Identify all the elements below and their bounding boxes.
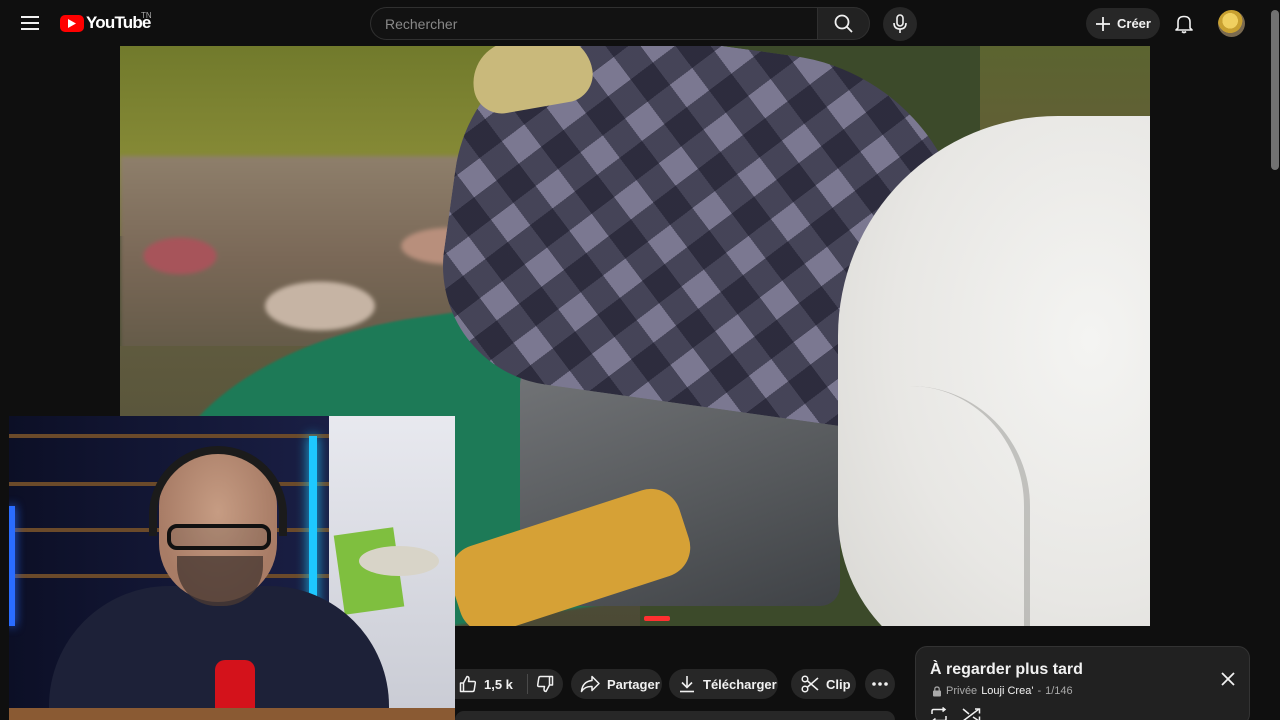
playlist-title[interactable]: À regarder plus tard [930, 661, 1083, 679]
playlist-meta: Privée Louji Crea' - 1/146 [932, 685, 1073, 697]
more-actions-button[interactable] [865, 669, 895, 699]
search-input[interactable] [371, 8, 818, 39]
top-bar: YouTube TN Créer [0, 0, 1280, 46]
close-playlist-button[interactable] [1216, 667, 1240, 691]
hamburger-menu-icon[interactable] [14, 7, 46, 39]
playlist-owner[interactable]: Louji Crea' [981, 685, 1033, 697]
webcam-led-strip [309, 436, 317, 616]
youtube-logo[interactable]: YouTube [60, 13, 151, 33]
create-label: Créer [1117, 16, 1151, 31]
playlist-separator: - [1037, 685, 1042, 697]
webcam-glasses [167, 524, 271, 550]
search-icon [834, 14, 853, 33]
scissors-icon [801, 675, 819, 693]
bell-icon [1175, 15, 1193, 34]
logo-region-code: TN [141, 11, 152, 20]
download-label: Télécharger [703, 676, 777, 692]
clip-button[interactable]: Clip [791, 669, 856, 699]
download-icon [680, 676, 694, 693]
clip-label: Clip [826, 676, 851, 692]
search-button[interactable] [817, 7, 870, 40]
webcam-led-strip-left [9, 506, 15, 626]
notifications-button[interactable] [1167, 7, 1201, 41]
plus-icon [1096, 16, 1110, 31]
share-icon [580, 675, 600, 693]
webcam-overlay [9, 416, 455, 720]
like-button[interactable]: 1,5 k [455, 669, 513, 699]
video-frame-red-light [644, 616, 670, 621]
like-count: 1,5 k [484, 676, 513, 692]
search-box [370, 7, 818, 40]
playlist-panel: À regarder plus tard Privée Louji Crea' … [915, 646, 1250, 720]
lock-icon [933, 685, 941, 696]
more-horizontal-icon [872, 682, 888, 686]
webcam-desk [9, 708, 455, 720]
thumbs-up-icon [459, 675, 477, 693]
shuffle-icon [962, 708, 981, 720]
page-scrollbar-thumb[interactable] [1271, 10, 1279, 170]
playlist-privacy: Privée [946, 685, 978, 697]
dislike-button[interactable] [528, 669, 563, 699]
account-avatar[interactable] [1218, 10, 1245, 37]
close-icon [1221, 672, 1235, 686]
playlist-position: 1/146 [1045, 685, 1073, 697]
description-box-edge[interactable] [455, 711, 895, 720]
youtube-play-icon [60, 14, 84, 32]
download-button[interactable]: Télécharger [669, 669, 778, 699]
loop-playlist-button[interactable] [928, 705, 950, 720]
shuffle-playlist-button[interactable] [961, 705, 983, 720]
like-dislike-group: 1,5 k [455, 669, 563, 699]
create-button[interactable]: Créer [1086, 8, 1160, 39]
mic-icon [893, 14, 907, 33]
share-button[interactable]: Partager [571, 669, 662, 699]
voice-search-button[interactable] [883, 7, 917, 41]
share-label: Partager [607, 676, 660, 692]
webcam-stool [359, 546, 439, 576]
repeat-icon [931, 707, 947, 720]
thumbs-down-icon [537, 675, 554, 693]
